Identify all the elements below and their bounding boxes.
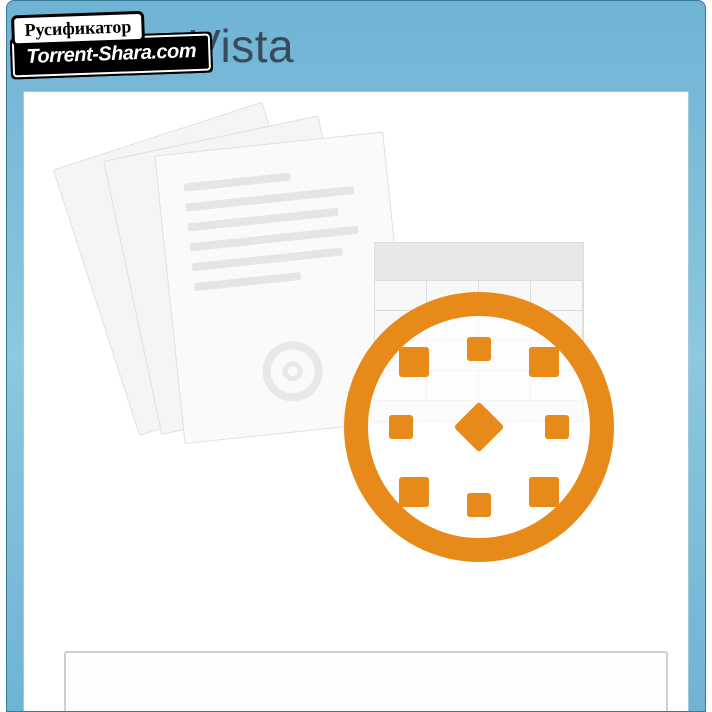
watermark-line-1: Русификатор	[11, 11, 145, 47]
product-logo-icon	[344, 292, 614, 562]
bottom-panel	[64, 651, 668, 711]
window-frame: Drive Vista	[6, 0, 706, 712]
main-illustration	[114, 122, 614, 542]
watermark-badge: Русификатор Torrent-Shara.com	[11, 9, 211, 78]
content-area	[23, 91, 689, 711]
disc-icon	[260, 338, 326, 404]
